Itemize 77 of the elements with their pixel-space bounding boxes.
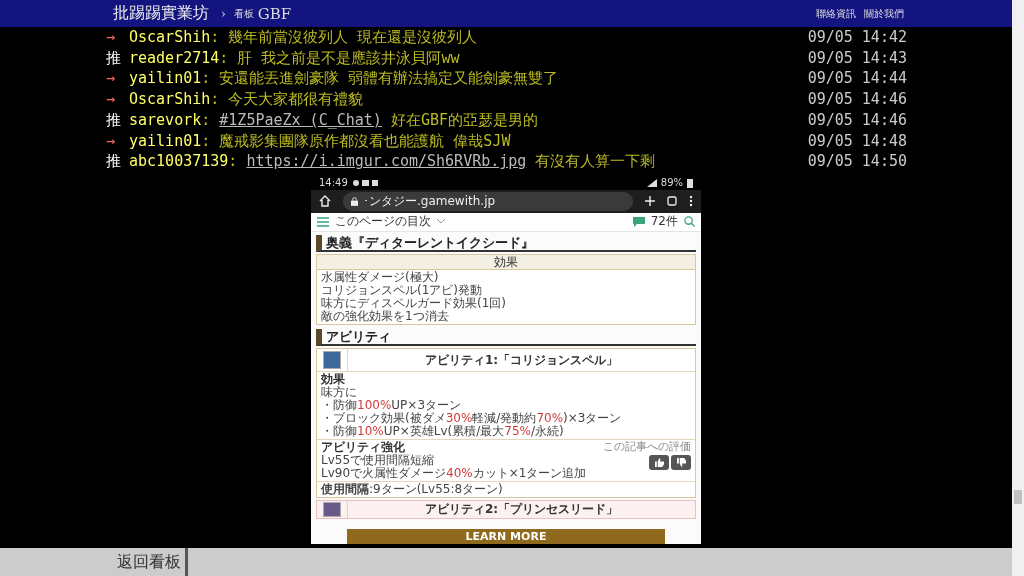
- ability-icon: [323, 501, 341, 517]
- comment-time: 09/05 14:48: [807, 130, 907, 152]
- header-link[interactable]: 聯絡資訊: [816, 6, 856, 21]
- user-id: yailin01: [129, 130, 202, 152]
- user-id: yailin01: [129, 68, 202, 90]
- header-link[interactable]: 關於我們: [864, 6, 904, 21]
- tabs-icon[interactable]: [667, 196, 677, 207]
- thumbs-up-button[interactable]: [649, 454, 669, 470]
- chevron-icon: [437, 219, 445, 225]
- push-tag: →: [106, 89, 129, 110]
- push-tag: 推: [106, 47, 129, 69]
- effect-line: 水属性ダメージ(極大): [321, 270, 440, 284]
- search-icon[interactable]: [684, 216, 695, 228]
- comment-text: : https://i.imgur.com/Sh6RVRb.jpg 有沒有人算一下剩: [228, 151, 656, 172]
- user-id: OscarShih: [129, 27, 211, 48]
- user-id: abc10037139: [129, 151, 229, 172]
- comment-count: 72件: [650, 213, 678, 231]
- comment-time: 09/05 14:44: [807, 68, 907, 90]
- ability-title: アビリティ2:「プリンセスリード」: [347, 500, 695, 518]
- comment-text: : 肝 我之前是不是應該井泳貝阿ww: [219, 47, 460, 69]
- home-icon[interactable]: [319, 195, 331, 208]
- push-tag: →: [106, 130, 129, 152]
- comment-text: : 幾年前當沒彼列人 現在還是沒彼列人: [210, 27, 478, 48]
- push-tag: →: [106, 68, 129, 90]
- effect-line: 味方に: [321, 385, 358, 399]
- thumbs-down-button[interactable]: [671, 454, 691, 470]
- lock-icon: [351, 196, 358, 206]
- effect-line: 味方にディスペルガード効果(1回): [321, 296, 507, 310]
- upgrade-label: アビリティ強化: [321, 440, 406, 454]
- interval-text: 使用間隔:9ターン(Lv55:8ターン): [321, 482, 504, 496]
- signal-icon: [646, 178, 657, 187]
- toc-toggle[interactable]: このページの目次: [335, 213, 431, 231]
- effect-line: ・防御100%UP×3ターン: [321, 398, 463, 412]
- push-tag: 推: [106, 151, 129, 172]
- breadcrumb-separator: ›: [221, 6, 226, 21]
- plus-icon[interactable]: [645, 196, 655, 207]
- comment-time: 09/05 14:43: [807, 47, 907, 69]
- thumbs-up-icon: [654, 457, 664, 467]
- effect-line: ・ブロック効果(被ダメ30%軽減/発動約70%)×3ターン: [321, 411, 623, 425]
- ability-icon: [323, 350, 341, 369]
- user-id: sarevork: [129, 109, 202, 131]
- upgrade-line: Lv55で使用間隔短縮: [321, 453, 436, 467]
- back-to-board-link[interactable]: 返回看板: [0, 548, 188, 576]
- comment-time: 09/05 14:46: [807, 89, 907, 110]
- more-icon[interactable]: [689, 195, 693, 208]
- comment-text: : #1Z5PaeZx (C_Chat) 好在GBF的亞瑟是男的: [201, 109, 538, 131]
- user-id: OscarShih: [129, 89, 211, 110]
- address-field[interactable]: ･ンタジー.gamewith.jp: [343, 191, 633, 211]
- comment-time: 09/05 14:46: [807, 109, 907, 131]
- comment-text: : 魔戒影集團隊原作都沒看也能護航 偉哉SJW: [201, 130, 511, 152]
- comment-time: 09/05 14:50: [807, 151, 907, 172]
- upgrade-line: Lv90で火属性ダメージ40%カット×1ターン追加: [321, 466, 588, 480]
- push-tag: 推: [106, 109, 129, 131]
- comment-text: : 今天大家都很有禮貌: [210, 89, 364, 110]
- link[interactable]: #1Z5PaeZx (C_Chat): [219, 110, 382, 129]
- site-title[interactable]: 批踢踢實業坊: [113, 3, 209, 24]
- chat-icon[interactable]: [632, 216, 645, 227]
- battery-text: 89%: [660, 177, 683, 189]
- rating-label: この記事への評価: [603, 440, 691, 453]
- scrollbar[interactable]: [1012, 0, 1024, 576]
- effect-line: 敵の強化効果を1つ消去: [321, 309, 449, 323]
- board-label: 看板: [233, 6, 254, 21]
- clock-text: 14:49: [319, 177, 348, 189]
- user-id: reader2714: [129, 47, 220, 69]
- comment-text: : 安還能丟進劍豪隊 弱體有辦法搞定又能劍豪無雙了: [201, 68, 559, 90]
- table-header: 効果: [317, 254, 695, 270]
- ability-title: アビリティ1:「コリジョンスペル」: [347, 348, 695, 371]
- push-tag: →: [106, 27, 129, 48]
- thumbs-down-icon: [676, 457, 686, 467]
- link[interactable]: https://i.imgur.com/Sh6RVRb.jpg: [246, 152, 527, 171]
- battery-icon: [687, 177, 693, 188]
- scrollbar-thumb[interactable]: [1014, 490, 1022, 504]
- effect-line: コリジョンスペル(1アビ)発動: [321, 283, 483, 297]
- board-link[interactable]: GBF: [257, 4, 292, 23]
- comment-time: 09/05 14:42: [807, 27, 907, 48]
- effect-line: ・防御10%UP×英雄Lv(累積/最大75%/永続): [321, 424, 565, 438]
- effect-label: 効果: [321, 372, 346, 386]
